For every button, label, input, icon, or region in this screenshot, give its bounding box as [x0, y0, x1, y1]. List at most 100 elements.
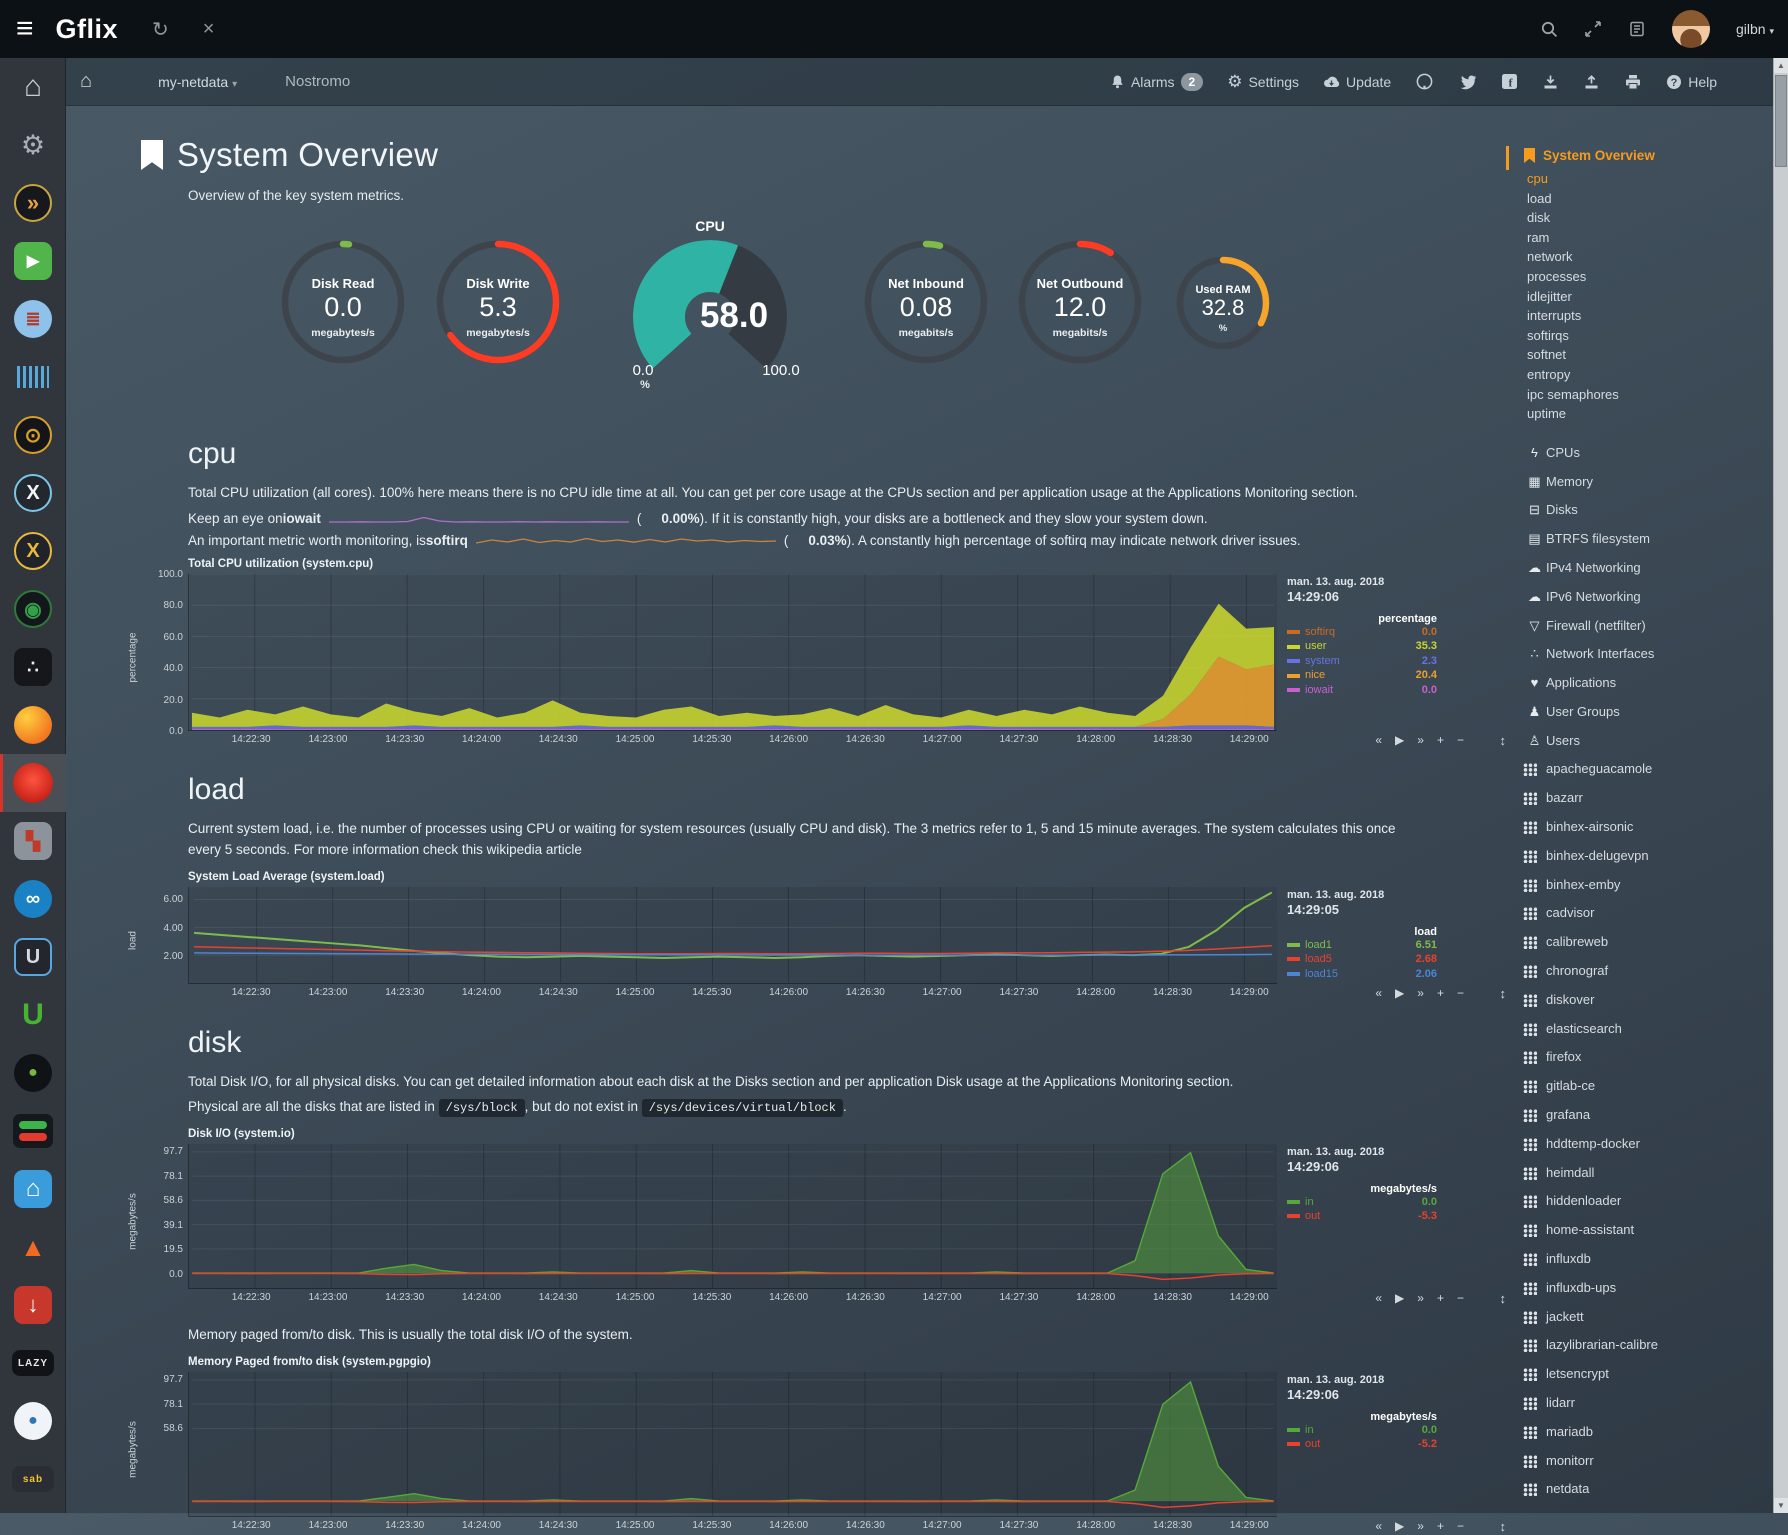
user-avatar[interactable] [1672, 10, 1710, 48]
play-icon[interactable]: ▶ [1395, 1519, 1404, 1533]
pan-back-icon[interactable]: « [1375, 1291, 1382, 1305]
toc-app-lazylibrarian-calibre[interactable]: lazylibrarian-calibre [1506, 1331, 1773, 1360]
chart-plot-area[interactable]: percentage100.080.060.040.020.00.0man. 1… [121, 574, 1443, 731]
toc-app-binhex-delugevpn[interactable]: binhex-delugevpn [1506, 842, 1773, 871]
sidebar-item-monitorr[interactable] [0, 1102, 66, 1160]
toc-system-overview[interactable]: System Overview [1524, 148, 1773, 163]
search-icon[interactable] [1540, 20, 1558, 38]
github-icon[interactable] [1415, 72, 1434, 91]
iowait-sparkline[interactable] [329, 511, 629, 525]
toc-item-uptime[interactable]: uptime [1527, 404, 1773, 424]
toc-section-user-groups[interactable]: ♟User Groups [1506, 698, 1773, 727]
toc-item-network[interactable]: network [1527, 247, 1773, 267]
scrollbar[interactable]: ▲ ▼ [1773, 58, 1788, 1513]
gauge-disk-read[interactable]: Disk Read0.0megabytes/s [278, 237, 408, 372]
legend-entry[interactable]: load152.06 [1287, 968, 1437, 982]
gauge-net-inbound[interactable]: Net Inbound0.08megabits/s [861, 237, 991, 372]
username[interactable]: gilbn ▾ [1736, 21, 1774, 37]
toc-section-ipv6-networking[interactable]: ☁IPv6 Networking [1506, 583, 1773, 612]
alarms-button[interactable]: Alarms 2 [1110, 73, 1203, 91]
fullscreen-icon[interactable] [1584, 20, 1602, 38]
softirq-sparkline[interactable] [476, 533, 776, 547]
pan-back-icon[interactable]: « [1375, 986, 1382, 1000]
toc-item-load[interactable]: load [1527, 189, 1773, 209]
toc-app-influxdb[interactable]: influxdb [1506, 1245, 1773, 1274]
sidebar-item-download[interactable]: ↓ [0, 1276, 66, 1334]
sidebar-item-home-assistant[interactable]: ⌂ [0, 1160, 66, 1218]
sidebar-item-home[interactable]: ⌂ [0, 58, 66, 116]
toc-app-hddtemp-docker[interactable]: hddtemp-docker [1506, 1130, 1773, 1159]
legend-entry[interactable]: out-5.3 [1287, 1210, 1437, 1224]
toc-section-users[interactable]: ♙Users [1506, 727, 1773, 756]
zoom-in-icon[interactable]: + [1437, 1519, 1444, 1533]
toc-app-diskover[interactable]: diskover [1506, 986, 1773, 1015]
sidebar-item-settings[interactable]: ⚙ [0, 116, 66, 174]
toc-app-calibreweb[interactable]: calibreweb [1506, 928, 1773, 957]
gauge-cpu[interactable]: CPU58.00.0100.0% [605, 217, 815, 394]
facebook-icon[interactable]: f [1501, 73, 1518, 90]
chart-plot-area[interactable]: megabytes/s97.778.158.639.119.50.0man. 1… [121, 1144, 1443, 1289]
play-icon[interactable]: ▶ [1395, 986, 1404, 1000]
legend-entry[interactable]: softirq0.0 [1287, 626, 1437, 640]
toc-section-memory[interactable]: ▦Memory [1506, 468, 1773, 497]
pan-back-icon[interactable]: « [1375, 1519, 1382, 1533]
zoom-out-icon[interactable]: − [1457, 986, 1464, 1000]
sidebar-item-app-cubes[interactable]: ▚ [0, 812, 66, 870]
legend-entry[interactable]: out-5.2 [1287, 1438, 1437, 1452]
toc-app-binhex-airsonic[interactable]: binhex-airsonic [1506, 813, 1773, 842]
sidebar-item-gitlab[interactable]: ▲ [0, 1218, 66, 1276]
help-button[interactable]: ? Help [1666, 74, 1717, 90]
settings-button[interactable]: ⚙Settings [1227, 72, 1299, 92]
zoom-in-icon[interactable]: + [1437, 1291, 1444, 1305]
toc-item-processes[interactable]: processes [1527, 267, 1773, 287]
sidebar-item-diskover[interactable]: ∴ [0, 638, 66, 696]
zoom-in-icon[interactable]: + [1437, 733, 1444, 747]
memory-paged-chart[interactable]: Memory Paged from/to disk (system.pgpgio… [121, 1356, 1443, 1535]
toc-app-apacheguacamole[interactable]: apacheguacamole [1506, 755, 1773, 784]
play-icon[interactable]: ▶ [1395, 733, 1404, 747]
pan-forward-icon[interactable]: » [1417, 1291, 1424, 1305]
toc-item-entropy[interactable]: entropy [1527, 365, 1773, 385]
toc-item-softnet[interactable]: softnet [1527, 345, 1773, 365]
toc-app-heimdall[interactable]: heimdall [1506, 1159, 1773, 1188]
toc-app-grafana[interactable]: grafana [1506, 1101, 1773, 1130]
twitter-icon[interactable] [1458, 73, 1477, 90]
sidebar-item-app-x-yellow[interactable]: X [0, 522, 66, 580]
toc-app-home-assistant[interactable]: home-assistant [1506, 1216, 1773, 1245]
update-button[interactable]: Update [1323, 74, 1391, 90]
gauge-net-outbound[interactable]: Net Outbound12.0megabits/s [1015, 237, 1145, 372]
server-dropdown[interactable]: my-netdata▾ [158, 74, 237, 90]
toc-section-ipv4-networking[interactable]: ☁IPv4 Networking [1506, 554, 1773, 583]
toc-item-idlejitter[interactable]: idlejitter [1527, 287, 1773, 307]
refresh-icon[interactable]: ↻ [152, 17, 169, 42]
legend-entry[interactable]: load52.68 [1287, 953, 1437, 967]
toc-app-elasticsearch[interactable]: elasticsearch [1506, 1015, 1773, 1044]
upload-snapshot-icon[interactable] [1583, 74, 1600, 90]
pan-forward-icon[interactable]: » [1417, 986, 1424, 1000]
toc-section-firewall-netfilter-[interactable]: ▽Firewall (netfilter) [1506, 612, 1773, 641]
zoom-out-icon[interactable]: − [1457, 733, 1464, 747]
toc-app-monitorr[interactable]: monitorr [1506, 1447, 1773, 1476]
toc-app-hiddenloader[interactable]: hiddenloader [1506, 1187, 1773, 1216]
toc-app-jackett[interactable]: jackett [1506, 1303, 1773, 1332]
legend-entry[interactable]: user35.3 [1287, 640, 1437, 654]
scroll-up-button[interactable]: ▲ [1774, 58, 1788, 73]
legend-entry[interactable]: in0.0 [1287, 1196, 1437, 1210]
play-icon[interactable]: ▶ [1395, 1291, 1404, 1305]
sidebar-item-airsonic[interactable] [0, 348, 66, 406]
toc-app-gitlab-ce[interactable]: gitlab-ce [1506, 1072, 1773, 1101]
pan-back-icon[interactable]: « [1375, 733, 1382, 747]
sidebar-item-unraid[interactable]: U [0, 928, 66, 986]
toc-item-interrupts[interactable]: interrupts [1527, 306, 1773, 326]
sidebar-item-netdata[interactable] [0, 754, 66, 812]
print-icon[interactable] [1624, 74, 1642, 90]
toc-item-softirqs[interactable]: softirqs [1527, 326, 1773, 346]
toc-app-cadvisor[interactable]: cadvisor [1506, 899, 1773, 928]
toc-app-bazarr[interactable]: bazarr [1506, 784, 1773, 813]
sidebar-item-sabnzbd[interactable]: sab [0, 1450, 66, 1508]
sidebar-item-jackett[interactable]: ⊙ [0, 406, 66, 464]
legend-entry[interactable]: nice20.4 [1287, 669, 1437, 683]
sidebar-item-deluge[interactable]: ● [0, 1392, 66, 1450]
sidebar-item-grafana[interactable] [0, 696, 66, 754]
legend-entry[interactable]: in0.0 [1287, 1424, 1437, 1438]
